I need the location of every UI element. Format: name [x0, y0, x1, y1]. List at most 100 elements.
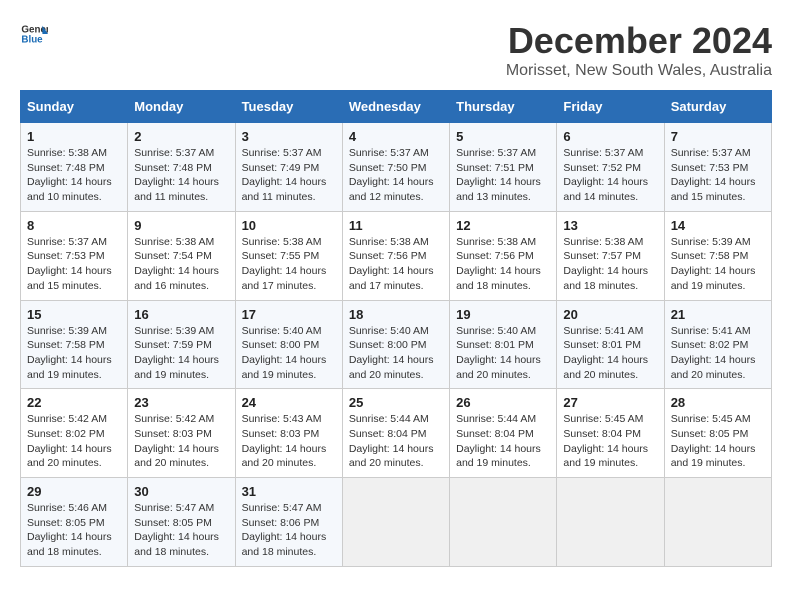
day-info: Sunrise: 5:45 AM Sunset: 8:04 PM Dayligh… [563, 412, 657, 471]
day-cell-5: 5Sunrise: 5:37 AM Sunset: 7:51 PM Daylig… [450, 123, 557, 212]
day-info: Sunrise: 5:37 AM Sunset: 7:49 PM Dayligh… [242, 146, 336, 205]
day-info: Sunrise: 5:44 AM Sunset: 8:04 PM Dayligh… [456, 412, 550, 471]
day-number: 27 [563, 395, 657, 410]
day-cell-15: 15Sunrise: 5:39 AM Sunset: 7:58 PM Dayli… [21, 300, 128, 389]
day-cell-29: 29 Sunrise: 5:46 AM Sunset: 8:05 PM Dayli… [21, 478, 128, 567]
day-cell-28: 28 Sunrise: 5:45 AM Sunset: 8:05 PM Dayli… [664, 389, 771, 478]
day-cell-26: 26 Sunrise: 5:44 AM Sunset: 8:04 PM Dayli… [450, 389, 557, 478]
day-cell-22: 22 Sunrise: 5:42 AM Sunset: 8:02 PM Dayli… [21, 389, 128, 478]
day-cell-6: 6 Sunrise: 5:37 AM Sunset: 7:52 PM Daylig… [557, 123, 664, 212]
day-cell-9: 9 Sunrise: 5:38 AM Sunset: 7:54 PM Daylig… [128, 211, 235, 300]
day-number: 24 [242, 395, 336, 410]
day-info: Sunrise: 5:39 AM Sunset: 7:59 PM Dayligh… [134, 324, 228, 383]
week-row-5: 29 Sunrise: 5:46 AM Sunset: 8:05 PM Dayli… [21, 478, 772, 567]
week-row-2: 8Sunrise: 5:37 AM Sunset: 7:53 PM Daylig… [21, 211, 772, 300]
day-cell-11: 11 Sunrise: 5:38 AM Sunset: 7:56 PM Dayli… [342, 211, 449, 300]
week-row-4: 22 Sunrise: 5:42 AM Sunset: 8:02 PM Dayli… [21, 389, 772, 478]
day-cell-17: 17 Sunrise: 5:40 AM Sunset: 8:00 PM Dayli… [235, 300, 342, 389]
day-cell-16: 16 Sunrise: 5:39 AM Sunset: 7:59 PM Dayli… [128, 300, 235, 389]
day-number: 13 [563, 218, 657, 233]
title-section: December 2024 Morisset, New South Wales,… [506, 20, 772, 80]
day-cell-4: 4Sunrise: 5:37 AM Sunset: 7:50 PM Daylig… [342, 123, 449, 212]
page-header: General Blue December 2024 Morisset, New… [20, 20, 772, 80]
day-info: Sunrise: 5:44 AM Sunset: 8:04 PM Dayligh… [349, 412, 443, 471]
day-cell-2: 2 Sunrise: 5:37 AM Sunset: 7:48 PM Daylig… [128, 123, 235, 212]
day-number: 16 [134, 307, 228, 322]
day-cell-25: 25 Sunrise: 5:44 AM Sunset: 8:04 PM Dayli… [342, 389, 449, 478]
day-cell-19: 19 Sunrise: 5:40 AM Sunset: 8:01 PM Dayli… [450, 300, 557, 389]
day-number: 23 [134, 395, 228, 410]
empty-cell [342, 478, 449, 567]
calendar-subtitle: Morisset, New South Wales, Australia [506, 62, 772, 80]
day-number: 28 [671, 395, 765, 410]
day-info: Sunrise: 5:38 AM Sunset: 7:55 PM Dayligh… [242, 235, 336, 294]
day-cell-20: 20Sunrise: 5:41 AM Sunset: 8:01 PM Dayli… [557, 300, 664, 389]
day-number: 10 [242, 218, 336, 233]
day-info: Sunrise: 5:38 AM Sunset: 7:56 PM Dayligh… [349, 235, 443, 294]
weekday-header-friday: Friday [557, 91, 664, 123]
day-info: Sunrise: 5:46 AM Sunset: 8:05 PM Dayligh… [27, 501, 121, 560]
day-number: 20 [563, 307, 657, 322]
calendar-title: December 2024 [506, 20, 772, 62]
day-info: Sunrise: 5:43 AM Sunset: 8:03 PM Dayligh… [242, 412, 336, 471]
day-number: 19 [456, 307, 550, 322]
day-info: Sunrise: 5:42 AM Sunset: 8:03 PM Dayligh… [134, 412, 228, 471]
day-cell-24: 24 Sunrise: 5:43 AM Sunset: 8:03 PM Dayli… [235, 389, 342, 478]
day-cell-1: 1 Sunrise: 5:38 AM Sunset: 7:48 PM Daylig… [21, 123, 128, 212]
day-number: 3 [242, 129, 336, 144]
weekday-header-monday: Monday [128, 91, 235, 123]
day-cell-8: 8Sunrise: 5:37 AM Sunset: 7:53 PM Daylig… [21, 211, 128, 300]
empty-cell [450, 478, 557, 567]
day-number: 17 [242, 307, 336, 322]
day-cell-10: 10 Sunrise: 5:38 AM Sunset: 7:55 PM Dayli… [235, 211, 342, 300]
day-number: 2 [134, 129, 228, 144]
day-cell-21: 21 Sunrise: 5:41 AM Sunset: 8:02 PM Dayli… [664, 300, 771, 389]
day-number: 21 [671, 307, 765, 322]
day-info: Sunrise: 5:37 AM Sunset: 7:48 PM Dayligh… [134, 146, 228, 205]
day-info: Sunrise: 5:45 AM Sunset: 8:05 PM Dayligh… [671, 412, 765, 471]
day-number: 31 [242, 484, 336, 499]
day-number: 6 [563, 129, 657, 144]
day-number: 5 [456, 129, 550, 144]
day-info: Sunrise: 5:38 AM Sunset: 7:54 PM Dayligh… [134, 235, 228, 294]
weekday-header-saturday: Saturday [664, 91, 771, 123]
day-number: 26 [456, 395, 550, 410]
weekday-header-tuesday: Tuesday [235, 91, 342, 123]
day-info: Sunrise: 5:37 AM Sunset: 7:52 PM Dayligh… [563, 146, 657, 205]
day-info: Sunrise: 5:47 AM Sunset: 8:05 PM Dayligh… [134, 501, 228, 560]
day-info: Sunrise: 5:38 AM Sunset: 7:57 PM Dayligh… [563, 235, 657, 294]
day-info: Sunrise: 5:42 AM Sunset: 8:02 PM Dayligh… [27, 412, 121, 471]
day-number: 12 [456, 218, 550, 233]
day-info: Sunrise: 5:40 AM Sunset: 8:01 PM Dayligh… [456, 324, 550, 383]
day-number: 25 [349, 395, 443, 410]
day-number: 9 [134, 218, 228, 233]
day-info: Sunrise: 5:40 AM Sunset: 8:00 PM Dayligh… [349, 324, 443, 383]
empty-cell [557, 478, 664, 567]
day-cell-18: 18 Sunrise: 5:40 AM Sunset: 8:00 PM Dayli… [342, 300, 449, 389]
day-number: 7 [671, 129, 765, 144]
day-number: 11 [349, 218, 443, 233]
day-info: Sunrise: 5:38 AM Sunset: 7:48 PM Dayligh… [27, 146, 121, 205]
day-number: 8 [27, 218, 121, 233]
day-info: Sunrise: 5:40 AM Sunset: 8:00 PM Dayligh… [242, 324, 336, 383]
day-number: 30 [134, 484, 228, 499]
day-info: Sunrise: 5:37 AM Sunset: 7:53 PM Dayligh… [671, 146, 765, 205]
weekday-header-row: SundayMondayTuesdayWednesdayThursdayFrid… [21, 91, 772, 123]
day-info: Sunrise: 5:47 AM Sunset: 8:06 PM Dayligh… [242, 501, 336, 560]
day-info: Sunrise: 5:39 AM Sunset: 7:58 PM Dayligh… [671, 235, 765, 294]
day-info: Sunrise: 5:41 AM Sunset: 8:02 PM Dayligh… [671, 324, 765, 383]
day-number: 1 [27, 129, 121, 144]
week-row-3: 15Sunrise: 5:39 AM Sunset: 7:58 PM Dayli… [21, 300, 772, 389]
logo-icon: General Blue [20, 20, 48, 48]
week-row-1: 1 Sunrise: 5:38 AM Sunset: 7:48 PM Daylig… [21, 123, 772, 212]
day-cell-14: 14Sunrise: 5:39 AM Sunset: 7:58 PM Dayli… [664, 211, 771, 300]
day-info: Sunrise: 5:37 AM Sunset: 7:50 PM Dayligh… [349, 146, 443, 205]
day-cell-3: 3 Sunrise: 5:37 AM Sunset: 7:49 PM Daylig… [235, 123, 342, 212]
day-cell-23: 23 Sunrise: 5:42 AM Sunset: 8:03 PM Dayli… [128, 389, 235, 478]
day-cell-12: 12Sunrise: 5:38 AM Sunset: 7:56 PM Dayli… [450, 211, 557, 300]
day-number: 22 [27, 395, 121, 410]
day-cell-30: 30 Sunrise: 5:47 AM Sunset: 8:05 PM Dayli… [128, 478, 235, 567]
day-number: 29 [27, 484, 121, 499]
day-number: 18 [349, 307, 443, 322]
day-number: 15 [27, 307, 121, 322]
